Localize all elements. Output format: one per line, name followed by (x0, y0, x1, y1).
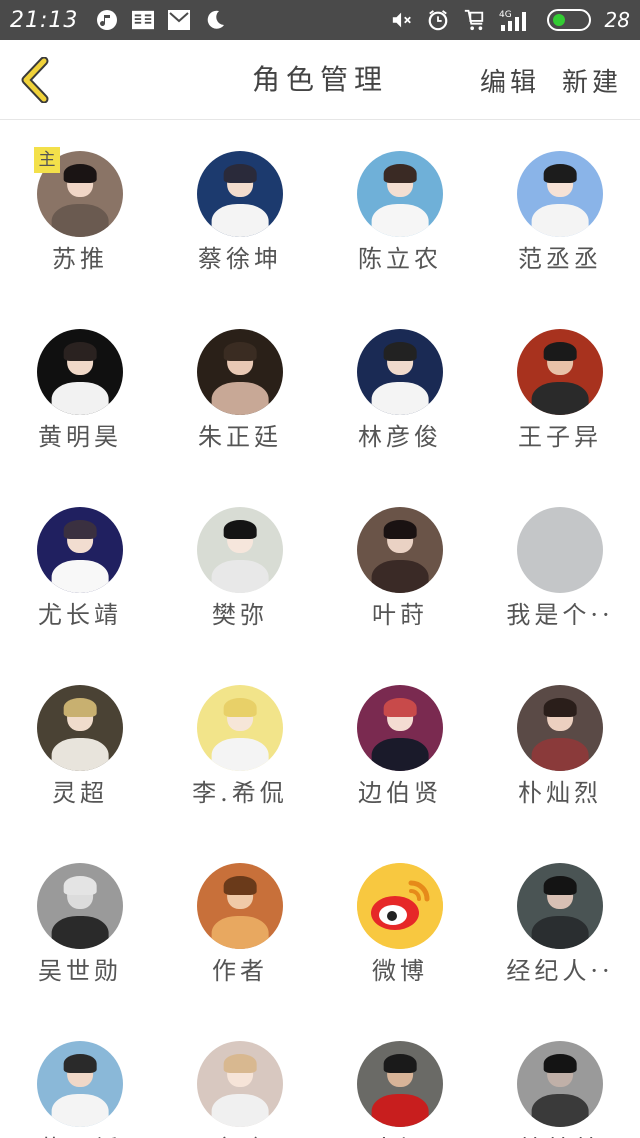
role-name: 尤长靖 (38, 601, 122, 629)
role-name: 李.希侃 (192, 779, 288, 807)
role-item[interactable]: 黄明昊 (0, 299, 160, 477)
avatar (197, 1041, 283, 1127)
avatar (37, 863, 123, 949)
back-button[interactable] (14, 56, 54, 104)
role-name: 鹿晗 (212, 1129, 268, 1138)
alarm-icon (427, 9, 449, 31)
avatar (517, 685, 603, 771)
role-name: 黄明昊 (38, 423, 122, 451)
edit-button[interactable]: 编辑 (480, 62, 540, 99)
reader-icon (132, 9, 155, 31)
role-name: 黄子韬 (38, 1129, 122, 1138)
role-name: 朴灿烈 (518, 779, 602, 807)
notification-icons (96, 9, 226, 31)
role-grid: 主苏推 蔡徐坤 陈立农 范丞丞 黄明昊 朱正廷 林彦俊 王子异 尤长靖 樊弥 叶莳 我是个·· 灵超 李.… (0, 121, 640, 1138)
avatar (357, 151, 443, 237)
role-name: 微博 (372, 957, 428, 985)
role-item[interactable]: 李.希侃 (160, 655, 320, 833)
avatar (357, 1041, 443, 1127)
role-name: 经纪人·· (506, 957, 614, 985)
avatar (197, 151, 283, 237)
avatar (197, 863, 283, 949)
role-item[interactable]: 陈立农 (320, 121, 480, 299)
role-name: 叶莳 (372, 601, 428, 629)
role-name: 作者 (212, 957, 268, 985)
role-name: 某某某 (518, 1129, 602, 1138)
avatar (357, 863, 443, 949)
role-item[interactable]: 尤长靖 (0, 477, 160, 655)
avatar (517, 507, 603, 593)
chevron-left-icon (21, 57, 49, 103)
battery-level: 28 (604, 8, 630, 32)
moon-icon (204, 9, 226, 31)
role-item[interactable]: 我是个·· (480, 477, 640, 655)
signal-icon: 4G (499, 9, 533, 31)
network-type: 4G (499, 10, 512, 20)
mute-icon (391, 9, 413, 31)
role-item[interactable]: 微博 (320, 833, 480, 1011)
role-item[interactable]: 主苏推 (0, 121, 160, 299)
role-item[interactable]: 灵超 (0, 655, 160, 833)
music-icon (96, 9, 118, 31)
header: 角色管理 编辑 新建 (0, 40, 640, 120)
avatar (37, 685, 123, 771)
avatar (517, 151, 603, 237)
role-item[interactable]: 边伯贤 (320, 655, 480, 833)
role-name: 范丞丞 (518, 245, 602, 273)
role-name: 我是个·· (506, 601, 614, 629)
role-item[interactable]: 作者 (160, 833, 320, 1011)
role-item[interactable]: 某某某 (480, 1011, 640, 1138)
role-name: 苏推 (52, 245, 108, 273)
role-name: 蔡徐坤 (198, 245, 282, 273)
avatar (517, 329, 603, 415)
role-item[interactable]: 朴灿烈 (480, 655, 640, 833)
avatar (357, 329, 443, 415)
role-name: 陈立农 (358, 245, 442, 273)
header-actions: 编辑 新建 (480, 40, 622, 120)
role-item[interactable]: 鹿晗 (160, 1011, 320, 1138)
role-item[interactable]: 吴世勋 (0, 833, 160, 1011)
role-name: 朱正廷 (198, 423, 282, 451)
role-item[interactable]: 黄子韬 (0, 1011, 160, 1138)
role-name: 灵超 (52, 779, 108, 807)
status-time: 21:13 (10, 7, 79, 33)
weibo-logo-icon (357, 863, 443, 949)
role-name: 林彦俊 (358, 423, 442, 451)
role-item[interactable]: 王子异 (480, 299, 640, 477)
role-name: 边伯贤 (358, 779, 442, 807)
role-item[interactable]: 朱正廷 (160, 299, 320, 477)
avatar (517, 863, 603, 949)
role-item[interactable]: 人间 (320, 1011, 480, 1138)
status-bar: 21:13 4G 28 (0, 0, 640, 40)
role-item[interactable]: 范丞丞 (480, 121, 640, 299)
role-name: 樊弥 (212, 601, 268, 629)
role-item[interactable]: 经纪人·· (480, 833, 640, 1011)
avatar (197, 329, 283, 415)
avatar (357, 507, 443, 593)
main-role-badge: 主 (34, 147, 60, 173)
avatar (517, 1041, 603, 1127)
avatar (37, 507, 123, 593)
role-name: 人间 (372, 1129, 428, 1138)
battery-icon (546, 9, 591, 31)
avatar (197, 507, 283, 593)
mail-icon (168, 9, 191, 31)
role-name: 王子异 (518, 423, 602, 451)
avatar (37, 329, 123, 415)
role-item[interactable]: 樊弥 (160, 477, 320, 655)
role-name: 吴世勋 (38, 957, 122, 985)
avatar (357, 685, 443, 771)
avatar (37, 1041, 123, 1127)
role-item[interactable]: 林彦俊 (320, 299, 480, 477)
role-item[interactable]: 叶莳 (320, 477, 480, 655)
avatar (197, 685, 283, 771)
system-icons: 4G 28 (391, 8, 630, 32)
cart-icon (463, 9, 485, 31)
role-item[interactable]: 蔡徐坤 (160, 121, 320, 299)
new-button[interactable]: 新建 (562, 62, 622, 99)
